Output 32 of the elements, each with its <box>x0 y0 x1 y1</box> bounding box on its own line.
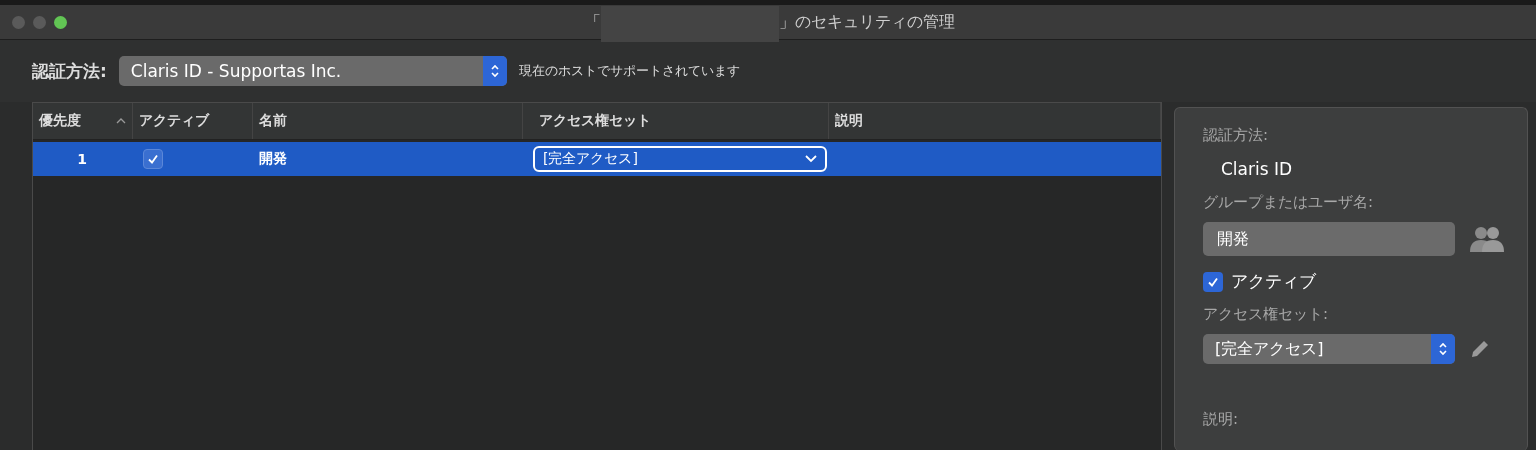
chevron-down-icon <box>805 155 817 163</box>
auth-method-popup[interactable]: Claris ID - Supportas Inc. <box>118 56 507 86</box>
zoom-button[interactable] <box>54 15 67 29</box>
support-note: 現在のホストでサポートされています <box>518 62 740 80</box>
pencil-icon[interactable] <box>1469 338 1491 360</box>
column-header[interactable]: アクセス権セット <box>523 103 829 139</box>
field-label: グループまたはユーザ名: <box>1203 193 1375 212</box>
window-title: 」のセキュリティの管理 <box>779 11 955 33</box>
access-set-dropdown[interactable]: [完全アクセス] <box>533 146 827 172</box>
field-label: 認証方法: <box>1203 126 1270 145</box>
column-header[interactable]: 名前 <box>253 103 523 139</box>
window-title: 「 <box>585 11 601 33</box>
checkbox-label: アクティブ <box>1231 270 1316 293</box>
checkmark-icon <box>147 153 159 165</box>
users-icon[interactable] <box>1469 225 1505 253</box>
stepper-icon <box>1438 341 1448 357</box>
stepper-icon <box>489 63 500 79</box>
field-label: 説明: <box>1203 410 1240 429</box>
field-label: アクセス権セット: <box>1203 305 1330 324</box>
name-cell-text: 開発 <box>258 150 288 168</box>
user-name-field[interactable]: 開発 <box>1203 222 1455 256</box>
table-row[interactable]: 1 開発 [完全アクセス] <box>33 142 1161 176</box>
active-checkbox[interactable] <box>1203 271 1223 292</box>
column-header[interactable]: 優先度 <box>33 103 133 139</box>
auth-method-label: 認証方法: <box>32 59 107 83</box>
column-header[interactable]: 説明 <box>829 103 1161 139</box>
priority-cell-text: 1 <box>76 151 88 167</box>
access-set-popup[interactable]: [完全アクセス] <box>1203 334 1455 364</box>
active-checkbox[interactable] <box>143 149 163 169</box>
auth-method-value: Claris ID <box>1220 158 1294 181</box>
checkmark-icon <box>1207 275 1219 288</box>
column-header[interactable]: アクティブ <box>133 103 253 139</box>
